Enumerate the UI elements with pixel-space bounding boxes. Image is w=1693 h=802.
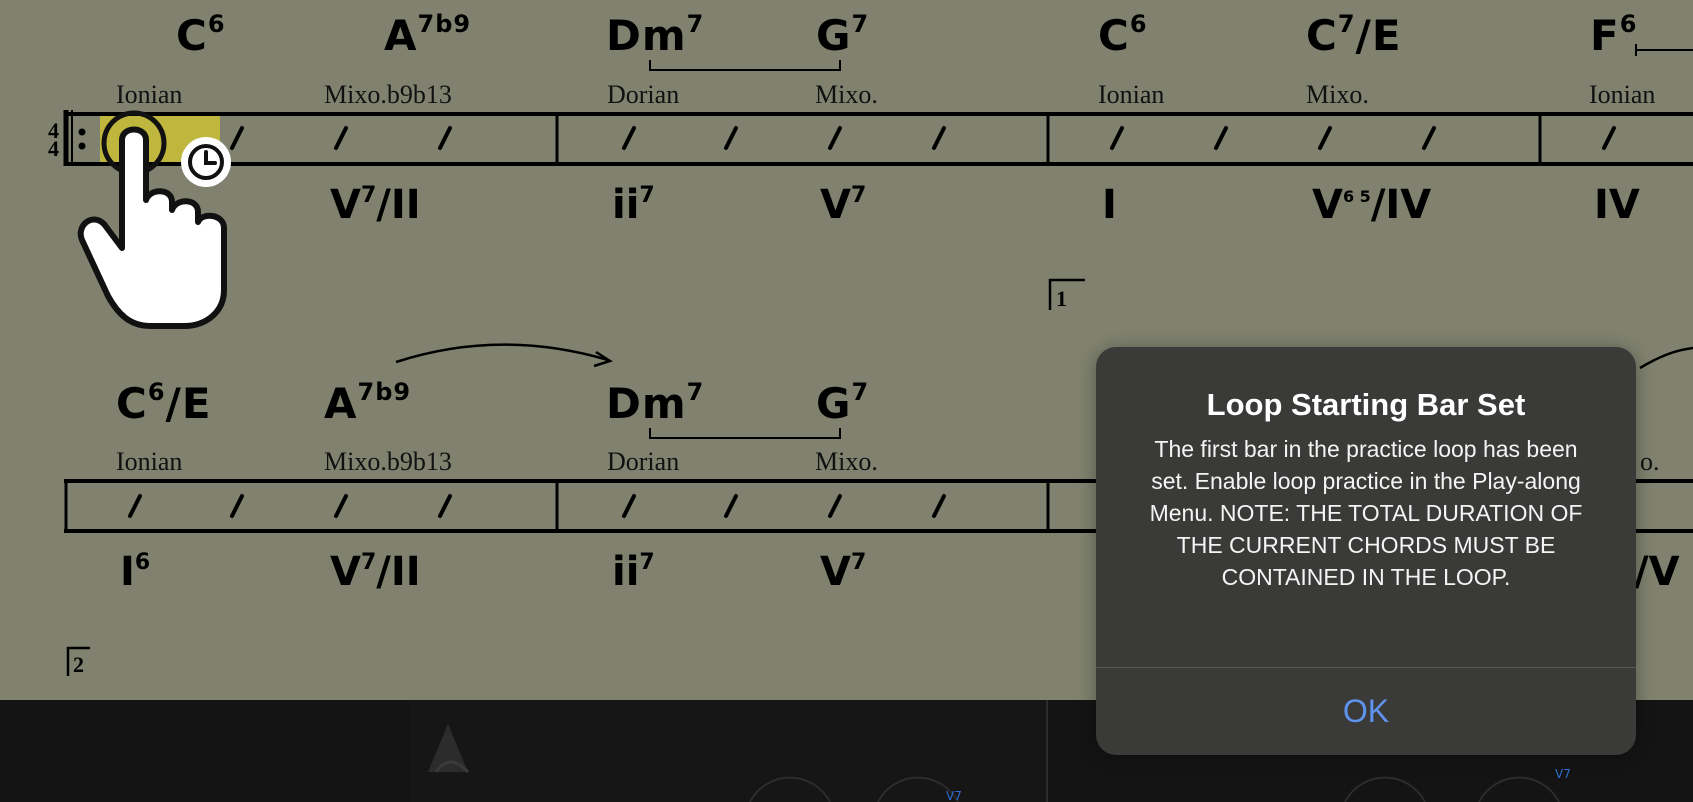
chord-symbol[interactable]: C6/E — [116, 378, 212, 428]
svg-text:Dm7: Dm7 — [606, 10, 704, 60]
scale-label: Mixo.b9b13 — [324, 447, 452, 476]
dial-control[interactable] — [1478, 776, 1560, 802]
staff-system-1 — [63, 110, 1693, 166]
dial-label: V7 — [1555, 767, 1571, 781]
svg-text:F6: F6 — [1590, 10, 1637, 60]
second-ending-number: 2 — [73, 652, 84, 677]
scale-label: o. — [1640, 447, 1660, 476]
bar-divider — [1046, 700, 1048, 802]
beat-slashes — [230, 126, 1616, 150]
ii-v-bracket — [649, 60, 841, 71]
roman-numeral: V7 — [820, 182, 866, 228]
loop-start-alert-dialog: Loop Starting Bar Set The first bar in t… — [1096, 347, 1636, 755]
roman-numeral: IV — [1594, 182, 1640, 228]
scale-label: Dorian — [607, 447, 679, 476]
chord-symbol[interactable]: Dm7 — [606, 378, 704, 428]
ii-v-bracket — [649, 428, 841, 439]
roman-numeral: /V — [1634, 549, 1680, 595]
chord-symbol[interactable]: G7 — [816, 378, 869, 428]
svg-text:A7b9: A7b9 — [324, 378, 411, 428]
svg-text:A7b9: A7b9 — [384, 10, 471, 60]
chord-symbol[interactable]: F6 — [1590, 10, 1637, 60]
chord-symbol[interactable]: A7b9 — [324, 378, 411, 428]
svg-text:C6: C6 — [1098, 10, 1148, 60]
svg-text:G7: G7 — [816, 378, 869, 428]
bracket-start — [1635, 44, 1693, 56]
first-ending-number: 1 — [1056, 286, 1067, 311]
arrow-tail — [1639, 346, 1693, 370]
dial-label: V7 — [946, 789, 962, 802]
dialog-title: Loop Starting Bar Set — [1206, 387, 1526, 422]
beat-slashes — [128, 494, 946, 518]
roman-numeral: V7/II — [330, 549, 421, 595]
chord-symbol[interactable]: A7b9 — [384, 10, 471, 60]
dialog-message: The first bar in the practice loop has b… — [1149, 436, 1583, 590]
dial-control[interactable] — [1344, 776, 1426, 802]
chord-symbol[interactable]: Dm7 — [606, 10, 704, 60]
ok-button[interactable]: OK — [1096, 668, 1636, 755]
scale-label: Mixo. — [1306, 80, 1369, 109]
scale-label: Ionian — [116, 80, 182, 109]
roman-numeral: ii7 — [612, 549, 655, 595]
control-panel-left: V7 — [410, 700, 1046, 802]
svg-text:C7/E: C7/E — [1306, 10, 1402, 60]
svg-text:G7: G7 — [816, 10, 869, 60]
roman-numeral: ii7 — [612, 182, 655, 228]
svg-text:Dm7: Dm7 — [606, 378, 704, 428]
svg-text:C6: C6 — [176, 10, 226, 60]
svg-text:C6/E: C6/E — [116, 378, 212, 428]
resolution-arrow — [395, 343, 609, 364]
scale-label: Ionian — [116, 447, 182, 476]
scale-label: Mixo.b9b13 — [324, 80, 452, 109]
roman-numeral: V6 5/IV — [1312, 182, 1431, 228]
roman-numeral: I — [1102, 182, 1117, 228]
chord-symbol[interactable]: C7/E — [1306, 10, 1402, 60]
clock-icon — [181, 137, 231, 187]
chord-symbol[interactable]: G7 — [816, 10, 869, 60]
roman-numeral: I6 — [120, 549, 150, 595]
scale-label: Ionian — [1098, 80, 1164, 109]
dial-control[interactable] — [749, 776, 831, 802]
scale-label: Mixo. — [815, 80, 878, 109]
time-signature-bottom: 4 — [48, 136, 59, 161]
chord-symbol[interactable]: C6 — [176, 10, 226, 60]
scale-label: Dorian — [607, 80, 679, 109]
roman-numeral: V7/II — [330, 182, 421, 228]
roman-numeral: V7 — [820, 549, 866, 595]
chord-symbol[interactable]: C6 — [1098, 10, 1148, 60]
scale-label: Ionian — [1589, 80, 1655, 109]
scale-label: Mixo. — [815, 447, 878, 476]
